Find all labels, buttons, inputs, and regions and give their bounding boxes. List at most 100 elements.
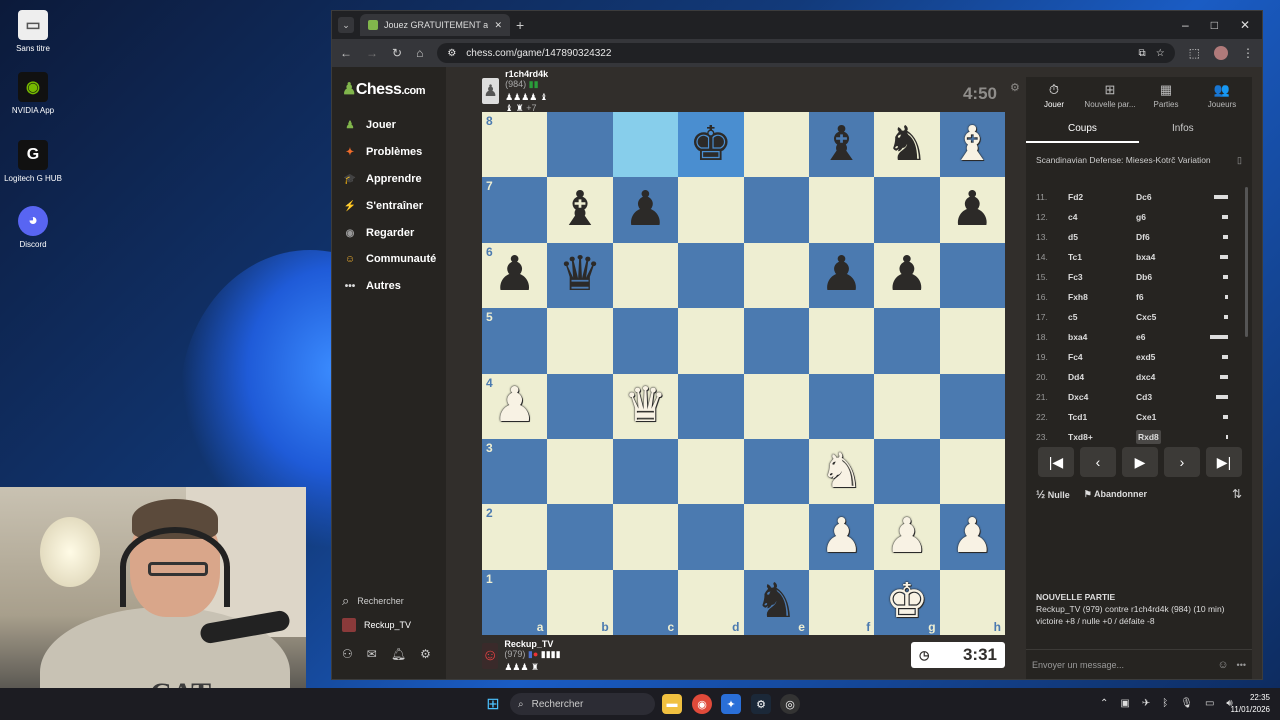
square-g8[interactable]: ♞	[874, 112, 940, 178]
bottom-player[interactable]: ☺ Reckup_TV (979) ▮● ▮▮▮▮ ♟♟♟ ♜	[482, 639, 563, 672]
friends-icon[interactable]: ⚇	[342, 647, 353, 661]
black-move[interactable]: f6	[1136, 292, 1144, 302]
emoji-icon[interactable]: ☺	[1217, 659, 1228, 671]
black-move[interactable]: g6	[1136, 212, 1146, 222]
square-d6[interactable]	[678, 242, 744, 309]
notifications-bell-icon[interactable]: 🔔︎	[391, 647, 406, 661]
last-move-button[interactable]: ▶|	[1206, 447, 1242, 477]
sidebar-search[interactable]: ⌕ Rechercher	[342, 593, 404, 609]
square-a1[interactable]: 1a	[482, 569, 548, 635]
black-move[interactable]: e6	[1136, 332, 1145, 342]
windows-start-icon[interactable]: ⊞	[483, 694, 503, 714]
desktop-icon-logitech[interactable]: G Logitech G HUB	[2, 140, 64, 183]
play-button[interactable]: ▶	[1122, 447, 1158, 477]
square-f5[interactable]	[808, 308, 875, 374]
square-e1[interactable]: e ♞	[743, 569, 809, 635]
square-h7[interactable]: ♟	[939, 177, 1005, 243]
sidebar-item-0[interactable]: ♟ Jouer	[342, 117, 396, 133]
obs-icon[interactable]: ◎	[780, 694, 800, 714]
subtab-infos[interactable]: Infos	[1172, 123, 1194, 134]
sidebar-item-5[interactable]: ☺ Communauté	[342, 251, 436, 267]
square-b5[interactable]	[547, 308, 613, 374]
white-move[interactable]: Fxh8	[1068, 292, 1136, 302]
bottom-player-name[interactable]: Reckup_TV	[504, 639, 553, 649]
black-move[interactable]: dxc4	[1136, 372, 1155, 382]
taskbar-search[interactable]: ⌕ Rechercher	[510, 693, 655, 715]
panel-tab-1[interactable]: ⊞ Nouvelle par...	[1082, 77, 1138, 111]
previous-move-button[interactable]: ‹	[1080, 447, 1116, 477]
square-c6[interactable]	[612, 242, 679, 309]
square-e6[interactable]	[743, 242, 809, 309]
black-move[interactable]: Db6	[1136, 272, 1152, 282]
square-f6[interactable]: ♟	[808, 242, 875, 309]
square-g3[interactable]	[874, 438, 940, 505]
square-e7[interactable]	[743, 177, 809, 243]
home-icon[interactable]: ⌂	[416, 46, 423, 60]
black-piece-h7[interactable]: ♟	[951, 186, 994, 234]
tray-network-icon[interactable]: ▭	[1205, 698, 1214, 709]
black-piece-g8[interactable]: ♞	[885, 120, 928, 169]
square-d2[interactable]	[678, 504, 744, 570]
minimize-button[interactable]: –	[1182, 18, 1189, 32]
profile-avatar[interactable]	[1214, 46, 1228, 60]
square-c3[interactable]	[612, 438, 679, 505]
top-player[interactable]: ♟ r1ch4rd4k (984) ▮▮ ♟♟♟♟ ♝ ♝ ♜ +7	[482, 69, 557, 113]
site-info-icon[interactable]: ⚙	[447, 48, 456, 59]
square-a3[interactable]: 3	[482, 438, 548, 505]
new-tab-button[interactable]: +	[516, 17, 524, 33]
square-e4[interactable]	[743, 373, 809, 439]
black-move[interactable]: bxa4	[1136, 252, 1155, 262]
white-piece-h8[interactable]: ♝	[951, 120, 994, 169]
black-piece-a6[interactable]: ♟	[493, 251, 536, 299]
black-piece-f8[interactable]: ♝	[820, 120, 863, 169]
tray-mic-icon[interactable]: 🎙︎	[1180, 698, 1193, 709]
square-b6[interactable]: ♛	[547, 242, 613, 309]
white-piece-a4[interactable]: ♟	[493, 382, 536, 430]
sidebar-user[interactable]: Reckup_TV	[342, 618, 411, 632]
white-move[interactable]: bxa4	[1068, 332, 1136, 342]
black-move[interactable]: Rxd8	[1136, 430, 1161, 444]
black-piece-d8[interactable]: ♚	[689, 120, 732, 169]
square-h5[interactable]	[939, 308, 1005, 374]
white-move[interactable]: Fc4	[1068, 352, 1136, 362]
black-piece-g6[interactable]: ♟	[885, 251, 928, 299]
first-move-button[interactable]: |◀	[1038, 447, 1074, 477]
square-h4[interactable]	[939, 373, 1005, 439]
desktop-icon-nvidia[interactable]: ◉ NVIDIA App	[2, 72, 64, 115]
panel-tab-2[interactable]: ▦ Parties	[1138, 77, 1194, 111]
square-g1[interactable]: g ♚	[874, 569, 940, 635]
square-h2[interactable]: ♟	[939, 504, 1005, 570]
book-icon[interactable]: ▯	[1237, 155, 1242, 166]
reload-icon[interactable]: ↻	[392, 46, 402, 60]
tray-bluetooth-icon[interactable]: ᛒ	[1162, 698, 1168, 709]
white-move[interactable]: Tc1	[1068, 252, 1136, 262]
black-move[interactable]: exd5	[1136, 352, 1155, 362]
black-move[interactable]: Cxc5	[1136, 312, 1156, 322]
taskbar-clock[interactable]: 22:35 11/01/2026	[1231, 692, 1270, 716]
square-a8[interactable]: 8	[482, 112, 548, 178]
square-g2[interactable]: ♟	[874, 504, 940, 570]
square-h3[interactable]	[939, 438, 1005, 505]
square-f7[interactable]	[808, 177, 875, 243]
black-move[interactable]: Dc6	[1136, 192, 1152, 202]
square-g7[interactable]	[874, 177, 940, 243]
square-b8[interactable]	[547, 112, 613, 178]
square-a7[interactable]: 7	[482, 177, 548, 243]
square-g5[interactable]	[874, 308, 940, 374]
move-list-scrollbar[interactable]	[1245, 187, 1248, 337]
square-f1[interactable]: f	[808, 569, 875, 635]
file-explorer-icon[interactable]: ▬	[662, 694, 682, 714]
tray-app-icon[interactable]: ▣	[1120, 698, 1129, 709]
tab-search-icon[interactable]: ⌄	[338, 17, 354, 33]
settings-gear-icon[interactable]: ⚙	[420, 647, 431, 661]
steam-icon[interactable]: ⚙	[751, 694, 771, 714]
square-d4[interactable]	[678, 373, 744, 439]
address-bar[interactable]: ⚙ chess.com/game/147890324322 ⧉ ☆	[437, 43, 1175, 63]
menu-kebab-icon[interactable]: ⋮	[1242, 46, 1254, 60]
bookmark-star-icon[interactable]: ☆	[1156, 48, 1165, 59]
square-d5[interactable]	[678, 308, 744, 374]
sidebar-item-3[interactable]: ⚡ S'entraîner	[342, 198, 423, 214]
square-h1[interactable]: h	[939, 569, 1005, 635]
messages-icon[interactable]: ✉	[367, 647, 377, 661]
black-piece-c7[interactable]: ♟	[624, 186, 667, 234]
